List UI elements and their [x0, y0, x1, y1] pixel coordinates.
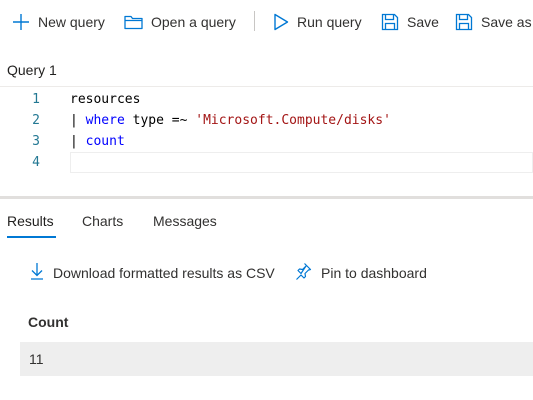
current-line-highlight — [70, 152, 533, 173]
editor-line: 1 resources — [0, 89, 533, 110]
keyword: count — [85, 134, 125, 149]
tab-results[interactable]: Results — [7, 213, 54, 229]
new-query-button[interactable]: New query — [12, 6, 105, 38]
line-number: 3 — [32, 134, 40, 149]
download-icon — [30, 262, 44, 283]
editor-line: 3 | count — [0, 131, 533, 152]
editor-line: 2 | where type =~ 'Microsoft.Compute/dis… — [0, 110, 533, 131]
open-query-label: Open a query — [151, 14, 236, 30]
download-csv-label: Download formatted results as CSV — [53, 264, 275, 281]
play-icon — [273, 13, 289, 31]
command-toolbar: New query Open a query Run query Save Sa… — [0, 0, 533, 44]
run-query-button[interactable]: Run query — [273, 6, 362, 38]
pin-dashboard-label: Pin to dashboard — [321, 264, 427, 281]
query-tab[interactable]: Query 1 — [7, 62, 57, 78]
code-fragment: type =~ — [124, 113, 196, 128]
string-literal: 'Microsoft.Compute/disks' — [195, 113, 391, 128]
save-as-label: Save as — [481, 14, 532, 30]
keyword: where — [85, 113, 125, 128]
pane-splitter[interactable] — [0, 196, 533, 199]
download-csv-button[interactable]: Download formatted results as CSV — [30, 262, 275, 283]
new-query-label: New query — [38, 14, 105, 30]
save-as-button[interactable]: Save as — [455, 6, 532, 38]
run-query-label: Run query — [297, 14, 362, 30]
code-text: | where type =~ 'Microsoft.Compute/disks… — [70, 113, 391, 128]
save-label: Save — [407, 14, 439, 30]
pin-icon — [294, 262, 312, 283]
tab-messages[interactable]: Messages — [153, 213, 217, 229]
pipe-operator: | — [70, 134, 86, 149]
column-header-count[interactable]: Count — [28, 314, 68, 330]
line-number: 4 — [32, 155, 40, 170]
code-text: resources — [70, 92, 141, 107]
save-as-icon — [455, 13, 473, 31]
save-icon — [381, 13, 399, 31]
line-number: 2 — [32, 113, 40, 128]
tab-charts[interactable]: Charts — [82, 213, 123, 229]
plus-icon — [12, 13, 30, 31]
toolbar-separator — [254, 11, 255, 31]
open-query-button[interactable]: Open a query — [124, 6, 236, 38]
table-row[interactable]: 11 — [20, 342, 533, 376]
folder-icon — [124, 14, 143, 30]
code-text: | count — [70, 134, 125, 149]
editor-tab-divider — [0, 86, 533, 87]
active-tab-indicator — [7, 236, 56, 238]
save-button[interactable]: Save — [381, 6, 439, 38]
query-editor[interactable]: 1 resources 2 | where type =~ 'Microsoft… — [0, 88, 533, 194]
pin-dashboard-button[interactable]: Pin to dashboard — [294, 262, 427, 283]
pipe-operator: | — [70, 113, 86, 128]
line-number: 1 — [32, 92, 40, 107]
table-cell: 11 — [29, 351, 44, 367]
